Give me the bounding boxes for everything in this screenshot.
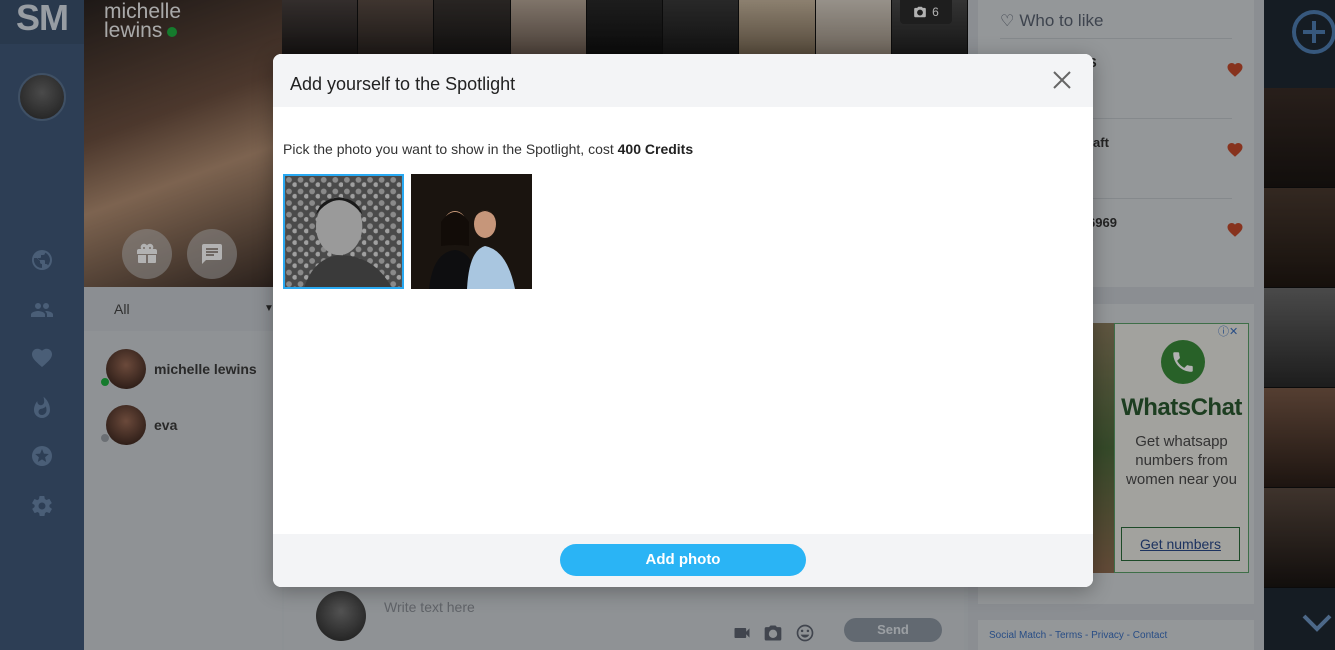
modal-instruction: Pick the photo you want to show in the S… (283, 141, 693, 157)
photo-option[interactable] (411, 174, 532, 289)
photo-thumbnail (411, 174, 532, 289)
modal-header: Add yourself to the Spotlight (273, 54, 1093, 107)
photo-thumbnail (285, 176, 402, 287)
modal-footer: Add photo (273, 534, 1093, 587)
add-photo-button[interactable]: Add photo (560, 544, 806, 576)
instruction-text: Pick the photo you want to show in the S… (283, 141, 618, 157)
credit-cost: 400 Credits (617, 141, 694, 157)
spotlight-modal: Add yourself to the Spotlight Pick the p… (273, 54, 1093, 587)
photo-option-selected[interactable] (283, 174, 404, 289)
close-icon[interactable] (1051, 69, 1073, 91)
modal-title: Add yourself to the Spotlight (290, 74, 516, 94)
